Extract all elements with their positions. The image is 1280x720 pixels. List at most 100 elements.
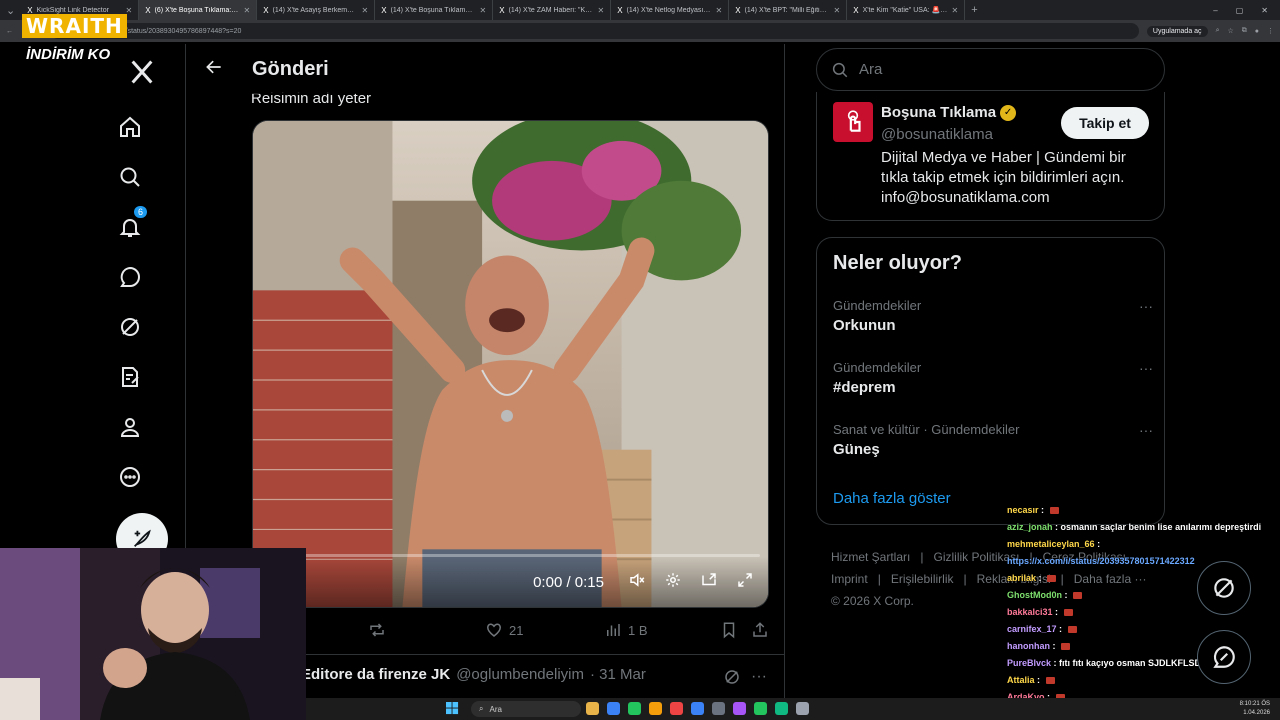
taskbar-app-icon[interactable] <box>754 702 767 715</box>
footer-link[interactable]: | <box>878 572 881 586</box>
browser-tab[interactable]: X(14) X'te Netlog Medyası: "Sipari... ✕ <box>611 0 730 20</box>
tab-close-icon[interactable]: ✕ <box>716 6 723 15</box>
reply-more-button[interactable]: ··· <box>751 668 767 686</box>
bookmark-star-icon[interactable]: ☆ <box>1227 27 1233 35</box>
taskbar-app-icon[interactable] <box>775 702 788 715</box>
browser-tab[interactable]: X(14) X'te Asayiş Berkemal: "Esen... ✕ <box>257 0 376 20</box>
open-in-app-button[interactable]: Uygulamada aç <box>1146 25 1208 37</box>
taskbar-app-icon[interactable] <box>796 702 809 715</box>
chat-username[interactable]: aziz_jonah <box>1007 522 1053 532</box>
chat-username[interactable]: GhostMod0n <box>1007 590 1062 600</box>
taskbar-search[interactable]: ⌕ Ara <box>471 701 581 717</box>
trend-item[interactable]: Gündemdekiler #deprem ··· <box>833 360 1153 396</box>
new-tab-button[interactable]: + <box>965 4 983 16</box>
taskbar-app-icon[interactable] <box>670 702 683 715</box>
post-video[interactable]: 0:00 / 0:15 <box>252 120 769 608</box>
share-button[interactable] <box>751 621 769 639</box>
chat-username[interactable]: necasır <box>1007 505 1039 515</box>
chat-text[interactable]: https://x.com/i/status/20393578015714223… <box>1007 556 1195 566</box>
chat-emote-icon <box>1045 677 1055 685</box>
tab-close-icon[interactable]: ✕ <box>952 6 959 15</box>
close-icon[interactable]: ✕ <box>1261 6 1268 15</box>
profile-avatar[interactable] <box>833 102 873 142</box>
browser-tab[interactable]: X(14) X'te Boşuna Tıklama: "Hasa... ✕ <box>375 0 494 20</box>
settings-button[interactable] <box>664 571 682 594</box>
chat-username[interactable]: bakkalci31 <box>1007 607 1053 617</box>
nav-profile[interactable] <box>115 412 145 442</box>
taskbar-search-label: Ara <box>489 704 502 714</box>
chat-username[interactable]: mehmetaliceylan_66 <box>1007 539 1095 549</box>
profile-icon[interactable]: ● <box>1255 28 1259 35</box>
search-input[interactable]: Ara <box>816 48 1165 91</box>
chat-username[interactable]: abrilak <box>1007 573 1036 583</box>
show-more-link[interactable]: Daha fazla göster <box>833 490 951 507</box>
minimize-icon[interactable]: – <box>1213 6 1217 15</box>
taskbar-clock[interactable]: 8:10:21 ÖS 1.04.2026 <box>1240 700 1270 718</box>
nav-articles[interactable] <box>115 362 145 392</box>
trend-more-button[interactable]: ··· <box>1139 422 1153 438</box>
x-logo[interactable] <box>128 58 156 86</box>
nav-explore[interactable] <box>115 162 145 192</box>
taskbar-app-icon[interactable] <box>649 702 662 715</box>
footer-link[interactable]: | <box>920 550 923 564</box>
reply-author-name[interactable]: Editore da firenze JK <box>301 666 450 683</box>
follow-button[interactable]: Takip et <box>1061 107 1149 139</box>
trend-item[interactable]: Gündemdekiler Orkunun ··· <box>833 298 1153 334</box>
taskbar-app-icon[interactable] <box>712 702 725 715</box>
nav-messages[interactable] <box>115 262 145 292</box>
taskbar-app-icon[interactable] <box>607 702 620 715</box>
footer-link[interactable]: | <box>963 572 966 586</box>
reply-author-handle[interactable]: @oglumbendeliyim <box>456 666 584 683</box>
taskbar-app-icon[interactable] <box>733 702 746 715</box>
mute-button[interactable] <box>628 571 646 594</box>
maximize-icon[interactable]: ▢ <box>1236 6 1244 15</box>
nav-grok[interactable] <box>115 312 145 342</box>
footer-link[interactable]: Erişilebilirlik <box>891 572 954 586</box>
tab-close-icon[interactable]: ✕ <box>362 6 369 15</box>
messages-floating-button[interactable] <box>1197 630 1251 684</box>
nav-home[interactable] <box>115 112 145 142</box>
back-button[interactable] <box>204 57 224 82</box>
chat-username[interactable]: carnifex_17 <box>1007 624 1057 634</box>
nav-notifications[interactable]: 6 <box>115 206 147 242</box>
start-button[interactable] <box>446 702 459 717</box>
url-field[interactable]: x.com/bosunatiklama/status/2038930495786… <box>49 23 1139 39</box>
grok-floating-button[interactable] <box>1197 561 1251 615</box>
fullscreen-button[interactable] <box>736 571 754 594</box>
tab-close-icon[interactable]: ✕ <box>598 6 605 15</box>
footer-link[interactable]: Hizmet Şartları <box>831 550 910 564</box>
tab-search-icon[interactable]: ⌄ <box>0 4 21 17</box>
tab-close-icon[interactable]: ✕ <box>480 6 487 15</box>
reply-grok-button[interactable] <box>723 668 741 691</box>
home-icon <box>120 116 140 137</box>
chat-username[interactable]: hanonhan <box>1007 641 1050 651</box>
trend-item[interactable]: Sanat ve kültür · Gündemdekiler Güneş ··… <box>833 422 1153 458</box>
tab-close-icon[interactable]: ✕ <box>834 6 841 15</box>
zoom-icon[interactable]: ⌕ <box>1216 27 1220 35</box>
extensions-icon[interactable]: ⧉ <box>1242 27 1247 35</box>
chat-username[interactable]: Attalia <box>1007 675 1035 685</box>
nav-more[interactable] <box>115 462 145 492</box>
repost-button[interactable] <box>368 621 386 639</box>
browser-tab[interactable]: XX'te Kim "Katie" USA: 🚨 BREA... ✕ <box>847 0 966 20</box>
like-button[interactable]: 21 <box>485 621 523 639</box>
tab-close-icon[interactable]: ✕ <box>244 6 251 15</box>
views-button[interactable]: 1 B <box>604 621 648 639</box>
menu-icon[interactable]: ⋮ <box>1267 27 1274 35</box>
browser-tab[interactable]: X(6) X'te Boşuna Tıklama: "En... ✕ <box>139 0 258 20</box>
profile-name[interactable]: Boşuna Tıklama ✓ <box>881 104 1017 121</box>
pip-button[interactable] <box>700 571 718 594</box>
browser-tab[interactable]: X(14) X'te ZAM Haberi: "KÜFÜRLÜ... ✕ <box>493 0 612 20</box>
trend-more-button[interactable]: ··· <box>1139 360 1153 376</box>
taskbar-app-icon[interactable] <box>628 702 641 715</box>
reply-header[interactable]: Editore da firenze JK @oglumbendeliyim ·… <box>301 666 646 683</box>
back-arrow-icon[interactable]: ← <box>6 28 13 35</box>
chat-username[interactable]: PureBlvck <box>1007 658 1051 668</box>
trend-more-button[interactable]: ··· <box>1139 298 1153 314</box>
bookmark-button[interactable] <box>720 621 738 639</box>
browser-tab[interactable]: X(14) X'te BPT: "Milli Eğitim Baka... ✕ <box>729 0 848 20</box>
profile-handle[interactable]: @bosunatiklama <box>881 126 993 143</box>
taskbar-app-icon[interactable] <box>691 702 704 715</box>
footer-link[interactable]: Imprint <box>831 572 868 586</box>
taskbar-app-icon[interactable] <box>586 702 599 715</box>
